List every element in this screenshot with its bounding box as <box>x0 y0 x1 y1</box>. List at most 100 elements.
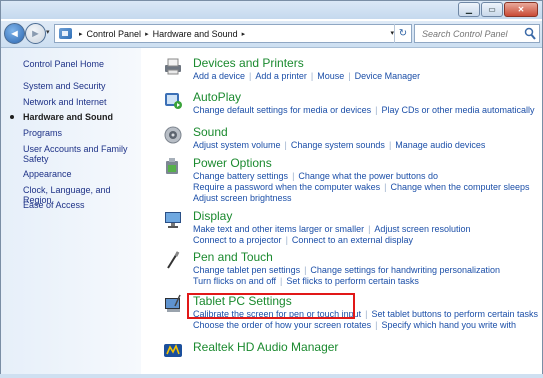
task-link[interactable]: Manage audio devices <box>395 140 485 150</box>
sidebar-item-programs[interactable]: Programs <box>23 128 141 138</box>
link-separator: | <box>310 71 314 81</box>
task-link[interactable]: Adjust screen brightness <box>193 193 292 203</box>
link-separator: | <box>280 276 283 286</box>
navigation-bar: ◄ ► ▾ ▸ Control Panel ▸ Hardware and Sou… <box>1 21 542 48</box>
task-link[interactable]: Require a password when the computer wak… <box>193 182 380 192</box>
category-title[interactable]: Power Options <box>193 156 272 170</box>
search-input[interactable] <box>420 27 520 40</box>
current-page-bullet <box>10 115 14 119</box>
breadcrumb-separator[interactable]: ▸ <box>79 30 83 38</box>
link-separator: | <box>375 105 378 115</box>
task-line: Connect to a projector | Connect to an ext… <box>193 235 538 246</box>
task-line: Choose the order of how your screen rota… <box>193 320 538 331</box>
task-link[interactable]: Play CDs or other media automatically <box>381 105 534 115</box>
close-button[interactable]: ✕ <box>504 2 538 17</box>
minimize-button[interactable]: ▁ <box>458 2 480 17</box>
task-link[interactable]: Mouse <box>317 71 344 81</box>
breadcrumb-separator[interactable]: ▸ <box>145 30 149 38</box>
tablet-icon[interactable] <box>163 294 183 314</box>
link-separator: | <box>365 309 368 319</box>
link-separator: | <box>388 140 392 150</box>
speaker-icon[interactable] <box>163 125 183 145</box>
task-link[interactable]: Change system sounds <box>291 140 385 150</box>
sidebar-item-control-panel-home[interactable]: Control Panel Home <box>23 59 141 69</box>
forward-button[interactable]: ► <box>25 23 46 44</box>
sidebar-item-hardware-and-sound: Hardware and Sound <box>23 112 114 122</box>
maximize-button[interactable]: ▭ <box>481 2 503 17</box>
back-button[interactable]: ◄ <box>4 23 25 44</box>
task-link[interactable]: Specify which hand you write with <box>381 320 516 330</box>
task-link[interactable]: Add a device <box>193 71 245 81</box>
task-line: Require a password when the computer wak… <box>193 182 538 193</box>
search-box[interactable] <box>414 24 540 43</box>
display-icon[interactable] <box>163 209 183 229</box>
category-title[interactable]: Display <box>193 209 232 223</box>
category-title[interactable]: Realtek HD Audio Manager <box>193 340 338 354</box>
link-separator: | <box>375 320 378 330</box>
sidebar-item-ease-of-access[interactable]: Ease of Access <box>23 200 141 210</box>
sidebar-item-appearance[interactable]: Appearance <box>23 169 141 179</box>
task-link[interactable]: Set flicks to perform certain tasks <box>286 276 419 286</box>
link-separator: | <box>348 71 351 81</box>
battery-icon[interactable] <box>163 156 183 176</box>
link-separator: | <box>249 71 252 81</box>
task-line: Change default settings for media or dev… <box>193 105 538 116</box>
sidebar-item-network-and-internet[interactable]: Network and Internet <box>23 97 141 107</box>
main-content: Control Panel Home System and Security N… <box>1 48 542 377</box>
task-line: Turn flicks on and off | Set flicks to per… <box>193 276 538 287</box>
address-bar[interactable]: ▸ Control Panel ▸ Hardware and Sound ▸ ▾… <box>54 24 412 43</box>
breadcrumb-separator[interactable]: ▸ <box>242 30 246 38</box>
autoplay-icon[interactable] <box>163 90 183 110</box>
task-link[interactable]: Change settings for handwriting personal… <box>310 265 500 275</box>
task-links: Make text and other items larger or smal… <box>193 224 538 246</box>
task-line: Adjust system volume | Change system sound… <box>193 140 538 151</box>
task-link[interactable]: Change when the computer sleeps <box>390 182 529 192</box>
task-links: Change battery settings | Change what the … <box>193 171 538 204</box>
recent-pages-dropdown[interactable]: ▾ <box>46 28 50 36</box>
task-links: Change default settings for media or dev… <box>193 105 538 116</box>
breadcrumb-hardware-and-sound[interactable]: Hardware and Sound <box>153 29 238 39</box>
task-link[interactable]: Change battery settings <box>193 171 288 181</box>
task-line: Add a device | Add a printer | Mouse | Device … <box>193 71 538 82</box>
task-link[interactable]: Connect to a projector <box>193 235 282 245</box>
task-links: Adjust system volume | Change system sound… <box>193 140 538 151</box>
printer-icon[interactable] <box>163 56 183 76</box>
category-title[interactable]: Sound <box>193 125 228 139</box>
control-panel-window: ▁ ▭ ✕ ◄ ► ▾ ▸ Control Panel ▸ Hardware a… <box>0 0 543 378</box>
task-link[interactable]: Change tablet pen settings <box>193 265 300 275</box>
task-link[interactable]: Turn flicks on and off <box>193 276 276 286</box>
sidebar-item-user-accounts[interactable]: User Accounts and Family Safety <box>23 144 141 164</box>
link-separator: | <box>284 140 287 150</box>
task-link[interactable]: Adjust screen resolution <box>374 224 470 234</box>
link-separator: | <box>384 182 387 192</box>
title-bar: ▁ ▭ ✕ <box>1 1 542 19</box>
search-icon[interactable] <box>524 27 536 40</box>
task-link[interactable]: Device Manager <box>355 71 421 81</box>
task-link[interactable]: Adjust system volume <box>193 140 281 150</box>
task-link[interactable]: Change what the power buttons do <box>298 171 438 181</box>
pen-icon[interactable] <box>163 250 183 270</box>
task-line: Adjust screen brightness <box>193 193 538 204</box>
task-line: Change tablet pen settings | Change settin… <box>193 265 538 276</box>
breadcrumb-control-panel[interactable]: Control Panel <box>87 29 142 39</box>
task-line: Change battery settings | Change what the … <box>193 171 538 182</box>
sidebar: Control Panel Home System and Security N… <box>1 48 141 377</box>
task-link[interactable]: Add a printer <box>255 71 307 81</box>
task-link[interactable]: Change default settings for media or dev… <box>193 105 371 115</box>
sidebar-item-system-and-security[interactable]: System and Security <box>23 81 141 91</box>
highlight-box <box>187 293 355 319</box>
link-separator: | <box>292 171 295 181</box>
link-separator: | <box>304 265 307 275</box>
task-link[interactable]: Set tablet buttons to perform certain ta… <box>371 309 538 319</box>
task-links: Change tablet pen settings | Change settin… <box>193 265 538 287</box>
link-separator: | <box>285 235 288 245</box>
refresh-button[interactable]: ↻ <box>394 24 411 43</box>
task-link[interactable]: Choose the order of how your screen rota… <box>193 320 371 330</box>
category-title[interactable]: Pen and Touch <box>193 250 273 264</box>
task-link[interactable]: Make text and other items larger or smal… <box>193 224 364 234</box>
category-title[interactable]: Devices and Printers <box>193 56 304 70</box>
category-title[interactable]: AutoPlay <box>193 90 241 104</box>
control-panel-icon <box>59 28 72 39</box>
task-link[interactable]: Connect to an external display <box>292 235 413 245</box>
realtek-icon[interactable] <box>163 340 183 360</box>
